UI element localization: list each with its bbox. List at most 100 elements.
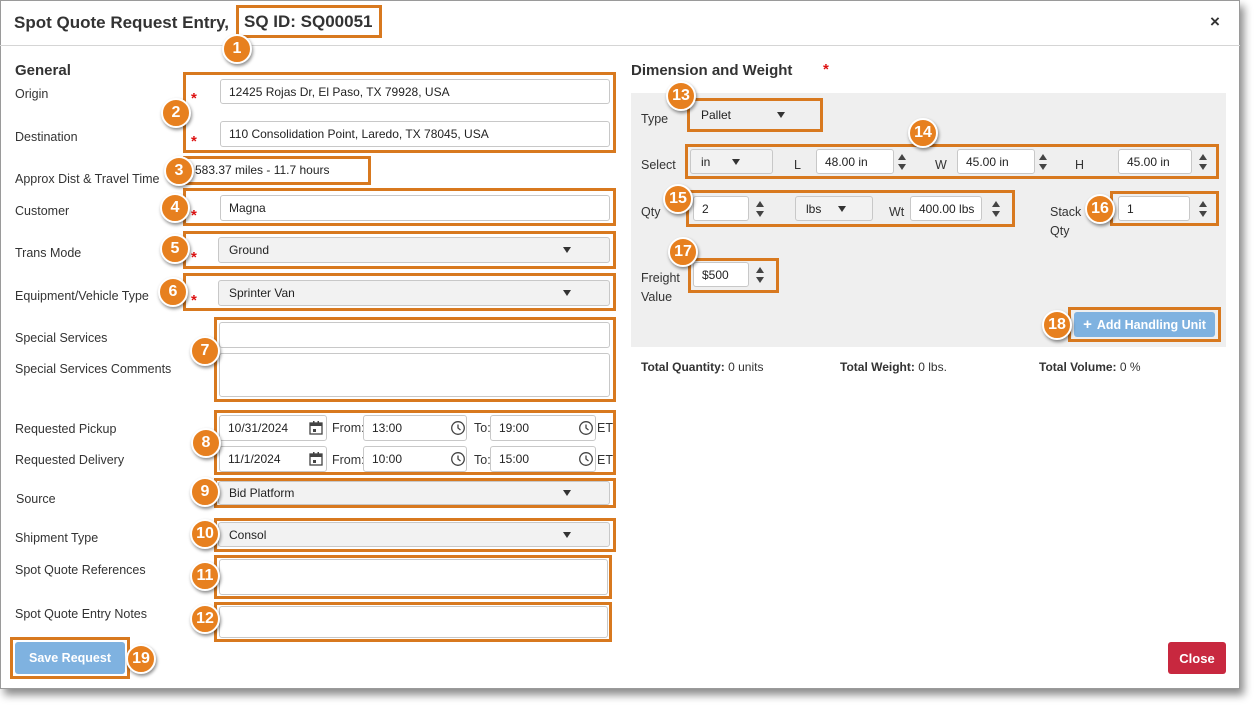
total-quantity-label: Total Quantity: [641,360,725,374]
callout-badge: 15 [663,184,693,214]
save-request-button[interactable]: Save Request [15,642,125,674]
callout-badge: 17 [668,237,698,267]
callout-badge: 11 [190,561,220,591]
required-mark: * [191,133,197,150]
delivery-date-value: 11/1/2024 [228,452,281,466]
trans-mode-label: Trans Mode [15,246,82,260]
add-handling-unit-button[interactable]: + Add Handling Unit [1074,312,1215,337]
equipment-select[interactable]: Sprinter Van [218,280,610,306]
width-input[interactable]: 45.00 in [957,149,1035,174]
clock-icon[interactable] [578,451,594,467]
source-label: Source [16,492,56,506]
destination-input[interactable]: 110 Consolidation Point, Laredo, TX 7804… [220,121,610,147]
total-weight-label: Total Weight: [840,360,915,374]
chevron-down-icon [777,112,785,118]
notes-label: Spot Quote Entry Notes [15,607,148,621]
width-spinner-icon[interactable] [1034,149,1052,174]
total-weight-value: 0 lbs. [918,360,947,374]
chevron-down-icon [563,290,571,296]
qty-label: Qty [641,205,661,219]
chevron-down-icon [563,531,571,538]
height-input[interactable]: 45.00 in [1118,149,1192,174]
callout-badge: 4 [160,193,190,223]
stack-input[interactable]: 1 [1118,196,1190,221]
total-quantity: Total Quantity: 0 units [641,360,763,374]
pickup-from-value: 13:00 [372,421,403,435]
freight-spinner-icon[interactable] [751,262,769,287]
pickup-from-label: From: [332,421,365,435]
trans-mode-select[interactable]: Ground [218,237,610,263]
total-volume-label: Total Volume: [1039,360,1117,374]
callout-badge: 12 [190,604,220,634]
calendar-icon[interactable] [308,451,324,467]
unit-select[interactable]: in [690,149,773,174]
select-label: Select [641,158,676,172]
add-handling-unit-label: Add Handling Unit [1096,317,1206,332]
weight-unit-select[interactable]: lbs [795,196,873,221]
stack-label: Stack [1050,205,1082,219]
clock-icon[interactable] [450,420,466,436]
special-services-input[interactable] [219,322,610,348]
delivery-to-label: To: [474,453,491,467]
clock-icon[interactable] [450,451,466,467]
general-heading: General [15,62,71,79]
chevron-down-icon [563,247,571,253]
callout-badge: 13 [666,81,696,111]
callout-badge: 9 [190,477,220,507]
freight-input[interactable]: $500 [693,262,749,287]
weight-input[interactable]: 400.00 lbs [910,196,982,221]
weight-spinner-icon[interactable] [987,196,1005,221]
type-select[interactable]: Pallet [691,103,817,127]
chevron-down-icon [732,158,740,165]
callout-badge: 10 [190,519,220,549]
unit-value: in [701,154,711,169]
callout-badge: 19 [126,644,156,674]
source-select[interactable]: Bid Platform [218,481,610,505]
customer-input[interactable]: Magna [220,195,610,221]
stack-qty-label: Qty [1050,224,1070,238]
origin-label: Origin [15,87,49,101]
references-label: Spot Quote References [15,563,146,577]
wt-label: Wt [889,205,905,219]
type-label: Type [641,112,669,126]
required-mark: * [823,61,829,78]
dialog-title: Spot Quote Request Entry, [14,13,230,32]
shipment-type-label: Shipment Type [15,531,99,545]
delivery-to-value: 15:00 [499,452,530,466]
pickup-label: Requested Pickup [15,422,117,436]
destination-label: Destination [15,130,78,144]
freight-label: Freight [641,271,680,285]
length-input[interactable]: 48.00 in [816,149,894,174]
origin-input[interactable]: 12425 Rojas Dr, El Paso, TX 79928, USA [220,79,610,104]
trans-mode-value: Ground [229,243,270,257]
close-icon[interactable]: × [1210,12,1220,32]
stack-spinner-icon[interactable] [1194,196,1212,221]
length-spinner-icon[interactable] [893,149,911,174]
close-button[interactable]: Close [1168,642,1226,674]
pickup-tz: ET [597,421,613,435]
callout-badge: 7 [190,336,220,366]
references-textarea[interactable] [219,559,608,595]
notes-textarea[interactable] [219,606,608,638]
pickup-to-label: To: [474,421,491,435]
shipment-type-select[interactable]: Consol [218,522,610,547]
total-volume: Total Volume: 0 % [1039,360,1141,374]
height-spinner-icon[interactable] [1194,149,1212,174]
sq-id: SQ ID: SQ00051 [236,5,382,38]
approx-value: 583.37 miles - 11.7 hours [183,156,371,185]
calendar-icon[interactable] [308,420,324,436]
chevron-down-icon [838,205,846,212]
callout-badge: 1 [222,34,252,64]
callout-badge: 5 [160,234,190,264]
plus-icon: + [1083,316,1092,333]
callout-badge: 18 [1042,310,1072,340]
total-weight: Total Weight: 0 lbs. [840,360,947,374]
special-comments-textarea[interactable] [219,353,610,397]
qty-input[interactable]: 2 [693,196,749,221]
clock-icon[interactable] [578,420,594,436]
qty-spinner-icon[interactable] [751,196,769,221]
required-mark: * [191,90,197,107]
callout-badge: 2 [161,98,191,128]
chevron-down-icon [563,490,571,496]
type-value: Pallet [701,108,732,122]
